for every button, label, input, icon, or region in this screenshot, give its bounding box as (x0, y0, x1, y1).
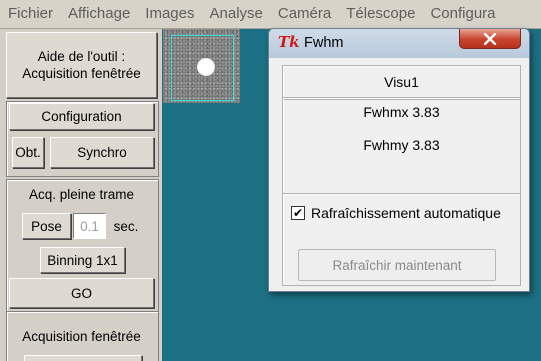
tool-panel: Aide de l'outil : Acquisition fenêtrée C… (0, 29, 162, 361)
menu-images[interactable]: Images (137, 0, 201, 28)
binning-button[interactable]: Binning 1x1 (40, 247, 125, 273)
go-button[interactable]: GO (9, 278, 154, 308)
visu-box: Visu1 (282, 65, 521, 100)
menu-configuration[interactable]: Configura (422, 0, 502, 28)
exposure-unit: sec. (113, 218, 139, 234)
fwhmx-value: Fwhmx 3.83 (363, 104, 440, 120)
synchro-button[interactable]: Synchro (50, 137, 154, 168)
acq-windowed-title: Acquisition fenêtrée (22, 328, 141, 344)
pose-button[interactable]: Pose (22, 213, 71, 239)
menu-affichage[interactable]: Affichage (60, 0, 137, 28)
menu-bar: Fichier Affichage Images Analyse Caméra … (0, 0, 541, 29)
obt-button[interactable]: Obt. (12, 137, 44, 168)
windowed-acq-button[interactable] (24, 355, 142, 361)
fwhmy-value: Fwhmy 3.83 (363, 137, 440, 153)
selection-box[interactable] (171, 35, 234, 101)
menu-fichier[interactable]: Fichier (0, 0, 60, 28)
fwhm-window: Tk Fwhm Visu1 Fwhmx 3.83 Fwhmy 3.83 ✔ Ra… (268, 28, 530, 292)
auto-refresh-row[interactable]: ✔ Rafraîchissement automatique (291, 205, 501, 221)
exposure-input[interactable]: 0.1 (73, 213, 106, 239)
fwhm-values-box: Fwhmx 3.83 Fwhmy 3.83 (282, 97, 521, 195)
window-content: Visu1 Fwhmx 3.83 Fwhmy 3.83 ✔ Rafraîchis… (276, 59, 521, 286)
menu-camera[interactable]: Caméra (270, 0, 338, 28)
menu-telescope[interactable]: Télescope (338, 0, 422, 28)
close-button[interactable] (459, 29, 521, 49)
visu-label: Visu1 (384, 74, 419, 90)
close-icon (483, 32, 497, 45)
auto-refresh-checkbox[interactable]: ✔ (291, 206, 305, 220)
tk-feather-icon: Tk (278, 33, 300, 51)
window-title: Fwhm (304, 35, 344, 51)
auto-refresh-label[interactable]: Rafraîchissement automatique (311, 205, 501, 221)
tool-help-button[interactable]: Aide de l'outil : Acquisition fenêtrée (6, 32, 157, 98)
refresh-now-button[interactable]: Rafraîchir maintenant (298, 249, 496, 281)
window-titlebar[interactable]: Tk Fwhm (269, 29, 529, 58)
configuration-button[interactable]: Configuration (9, 103, 154, 130)
acq-full-frame-title: Acq. pleine trame (28, 186, 135, 202)
menu-analyse[interactable]: Analyse (202, 0, 270, 28)
